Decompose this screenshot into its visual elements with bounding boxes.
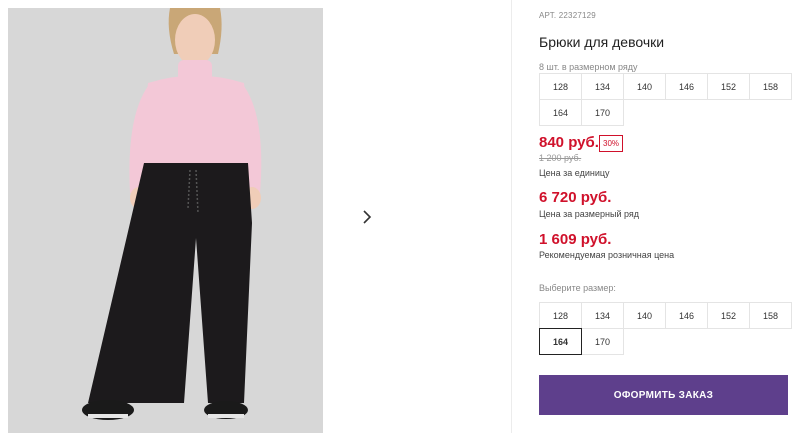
discount-badge: 30% — [599, 135, 624, 152]
rrp-price-label: Рекомендуемая розничная цена — [539, 250, 675, 260]
set-price-label: Цена за размерный ряд — [539, 209, 640, 219]
size-range-note: 8 шт. в размерном ряду — [539, 62, 638, 72]
size-option-selected[interactable]: 164 — [539, 328, 582, 355]
choose-size-label: Выберите размер: — [539, 283, 616, 293]
gallery-next-button[interactable] — [347, 199, 386, 238]
size-option[interactable]: 152 — [707, 302, 750, 329]
column-divider — [511, 0, 512, 433]
size-range-cell: 152 — [707, 73, 750, 100]
size-option[interactable]: 134 — [581, 302, 624, 329]
size-range-cell: 158 — [749, 73, 792, 100]
product-photo-illustration — [8, 8, 323, 433]
size-range-cell: 128 — [539, 73, 582, 100]
chevron-right-icon — [361, 209, 373, 228]
old-price: 1 200 руб. — [539, 153, 582, 163]
unit-price-label: Цена за единицу — [539, 168, 610, 178]
size-option[interactable]: 158 — [749, 302, 792, 329]
size-picker: 128 134 140 146 152 158 164 170 — [539, 302, 792, 355]
size-range-cell: 134 — [581, 73, 624, 100]
size-option[interactable]: 140 — [623, 302, 666, 329]
product-title: Брюки для девочки — [539, 34, 665, 50]
size-option[interactable]: 170 — [581, 328, 624, 355]
size-range-cell: 146 — [665, 73, 708, 100]
product-gallery — [0, 0, 512, 433]
size-range-cell: 164 — [539, 99, 582, 126]
size-option[interactable]: 128 — [539, 302, 582, 329]
size-range-cell: 140 — [623, 73, 666, 100]
size-range-grid: 128 134 140 146 152 158 164 170 — [539, 73, 792, 126]
place-order-button[interactable]: ОФОРМИТЬ ЗАКАЗ — [539, 375, 788, 415]
unit-price: 840 руб. — [539, 134, 599, 151]
article-number: АРТ. 22327129 — [539, 11, 596, 20]
product-photo — [8, 8, 323, 433]
rrp-price: 1 609 руб. — [539, 231, 612, 248]
size-range-cell: 170 — [581, 99, 624, 126]
size-option[interactable]: 146 — [665, 302, 708, 329]
set-price: 6 720 руб. — [539, 189, 612, 206]
